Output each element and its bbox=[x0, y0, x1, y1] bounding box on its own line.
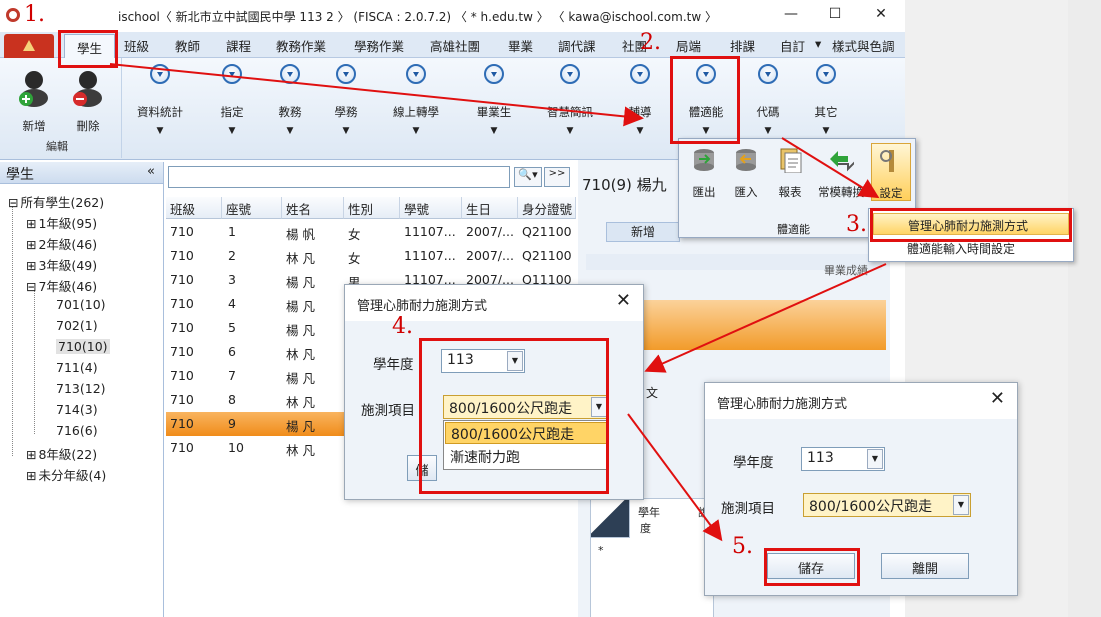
arrow-step-1-to-2 bbox=[109, 63, 644, 127]
annotation-arrows bbox=[109, 63, 887, 542]
arrow-step-3-to-4 bbox=[644, 263, 887, 373]
app-window: ischool〈 新北市立中試國民中學 113 2 〉 (FISCA : 2.0… bbox=[0, 0, 1101, 617]
arrow-step-2-to-3 bbox=[781, 137, 880, 199]
arrow-step-4-to-5 bbox=[627, 413, 723, 542]
